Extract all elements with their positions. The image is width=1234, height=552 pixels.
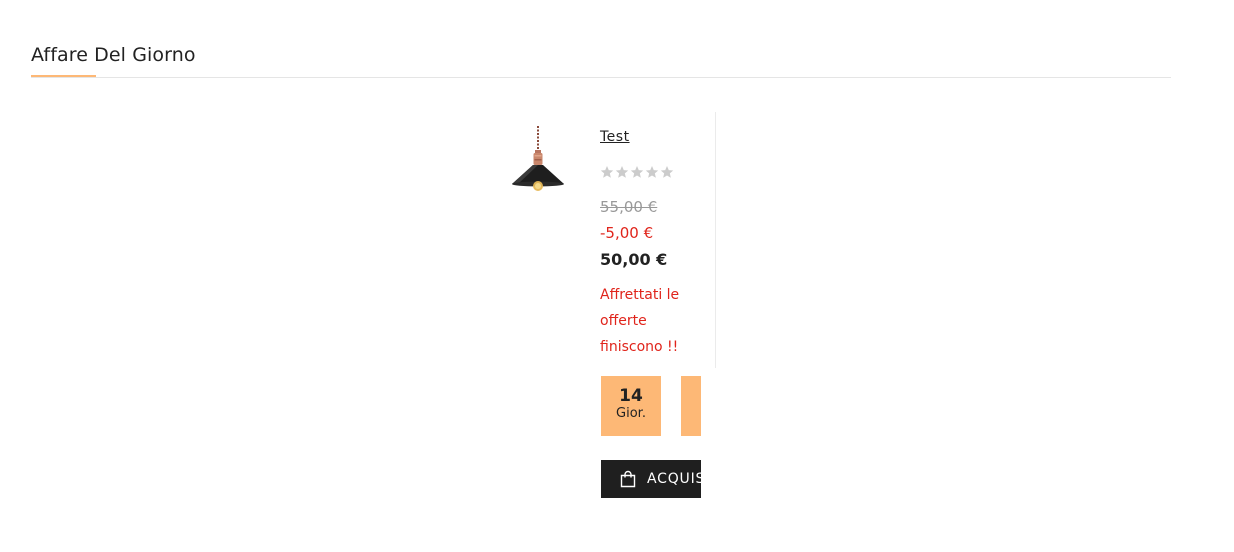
deal-product-card: Test 55,00 € -5,00 € 50,00 € Affrettati …	[500, 112, 716, 368]
price-regular: 55,00 €	[600, 198, 658, 216]
product-rating	[600, 165, 674, 179]
countdown-hours: O	[681, 376, 701, 436]
product-name-link[interactable]: Test	[600, 129, 630, 145]
title-accent-underline	[31, 75, 96, 77]
star-empty-icon	[630, 166, 644, 178]
countdown-days-unit: Gior.	[616, 406, 646, 421]
buy-button[interactable]: ACQUISTA	[601, 460, 701, 498]
price-current: 50,00 €	[600, 250, 668, 269]
star-empty-icon	[615, 166, 629, 178]
countdown-timer: 14 Gior. O	[601, 376, 701, 436]
buy-button-label: ACQUISTA	[647, 471, 701, 487]
title-divider	[31, 77, 1171, 78]
countdown-hours-unit: O	[681, 386, 701, 402]
countdown-days-value: 14	[619, 386, 643, 406]
shopping-bag-icon	[620, 470, 636, 488]
star-empty-icon	[645, 166, 659, 178]
section-title: Affare Del Giorno	[31, 43, 196, 66]
price-discount: -5,00 €	[600, 224, 654, 242]
star-empty-icon	[660, 166, 674, 178]
hurry-message: Affrettati le offerte finiscono !!	[600, 287, 680, 355]
buy-button-clip: ACQUISTA	[601, 460, 701, 498]
pendant-lamp-image	[512, 126, 564, 191]
countdown-days: 14 Gior.	[601, 376, 661, 436]
product-image-link[interactable]	[508, 126, 568, 196]
star-empty-icon	[600, 166, 614, 178]
